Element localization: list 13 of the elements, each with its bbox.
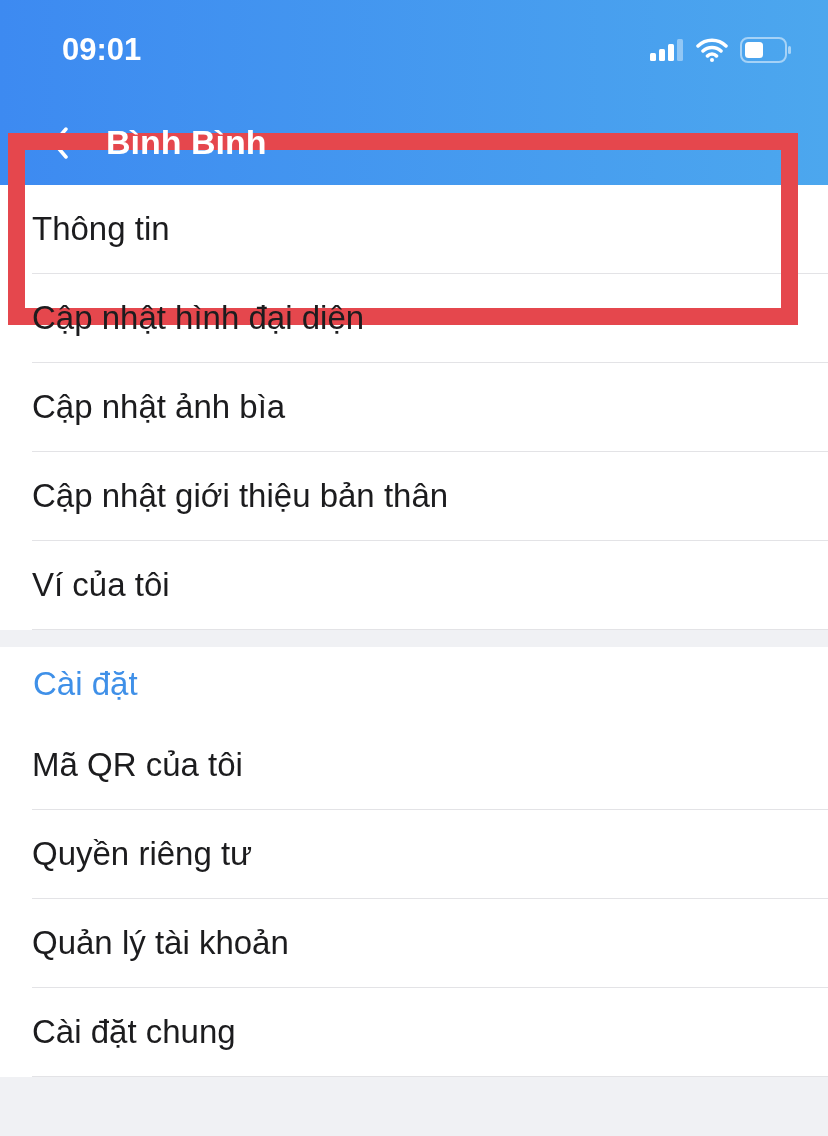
signal-icon [650,39,684,61]
menu-item[interactable]: Quản lý tài khoản [32,899,828,988]
section-header: Cài đặt [33,665,138,703]
menu-item[interactable]: Quyền riêng tư [32,810,828,899]
wifi-icon [696,38,728,62]
menu-item[interactable]: Ví của tôi [32,541,828,630]
menu-item[interactable]: Thông tin [32,185,828,274]
menu-item[interactable]: Cập nhật ảnh bìa [32,363,828,452]
menu-item[interactable]: Cài đặt chung [32,988,828,1077]
menu-item[interactable]: Mã QR của tôi [32,721,828,810]
menu-item[interactable]: Cập nhật giới thiệu bản thân [32,452,828,541]
status-time: 09:01 [62,32,142,68]
battery-icon [740,37,792,63]
